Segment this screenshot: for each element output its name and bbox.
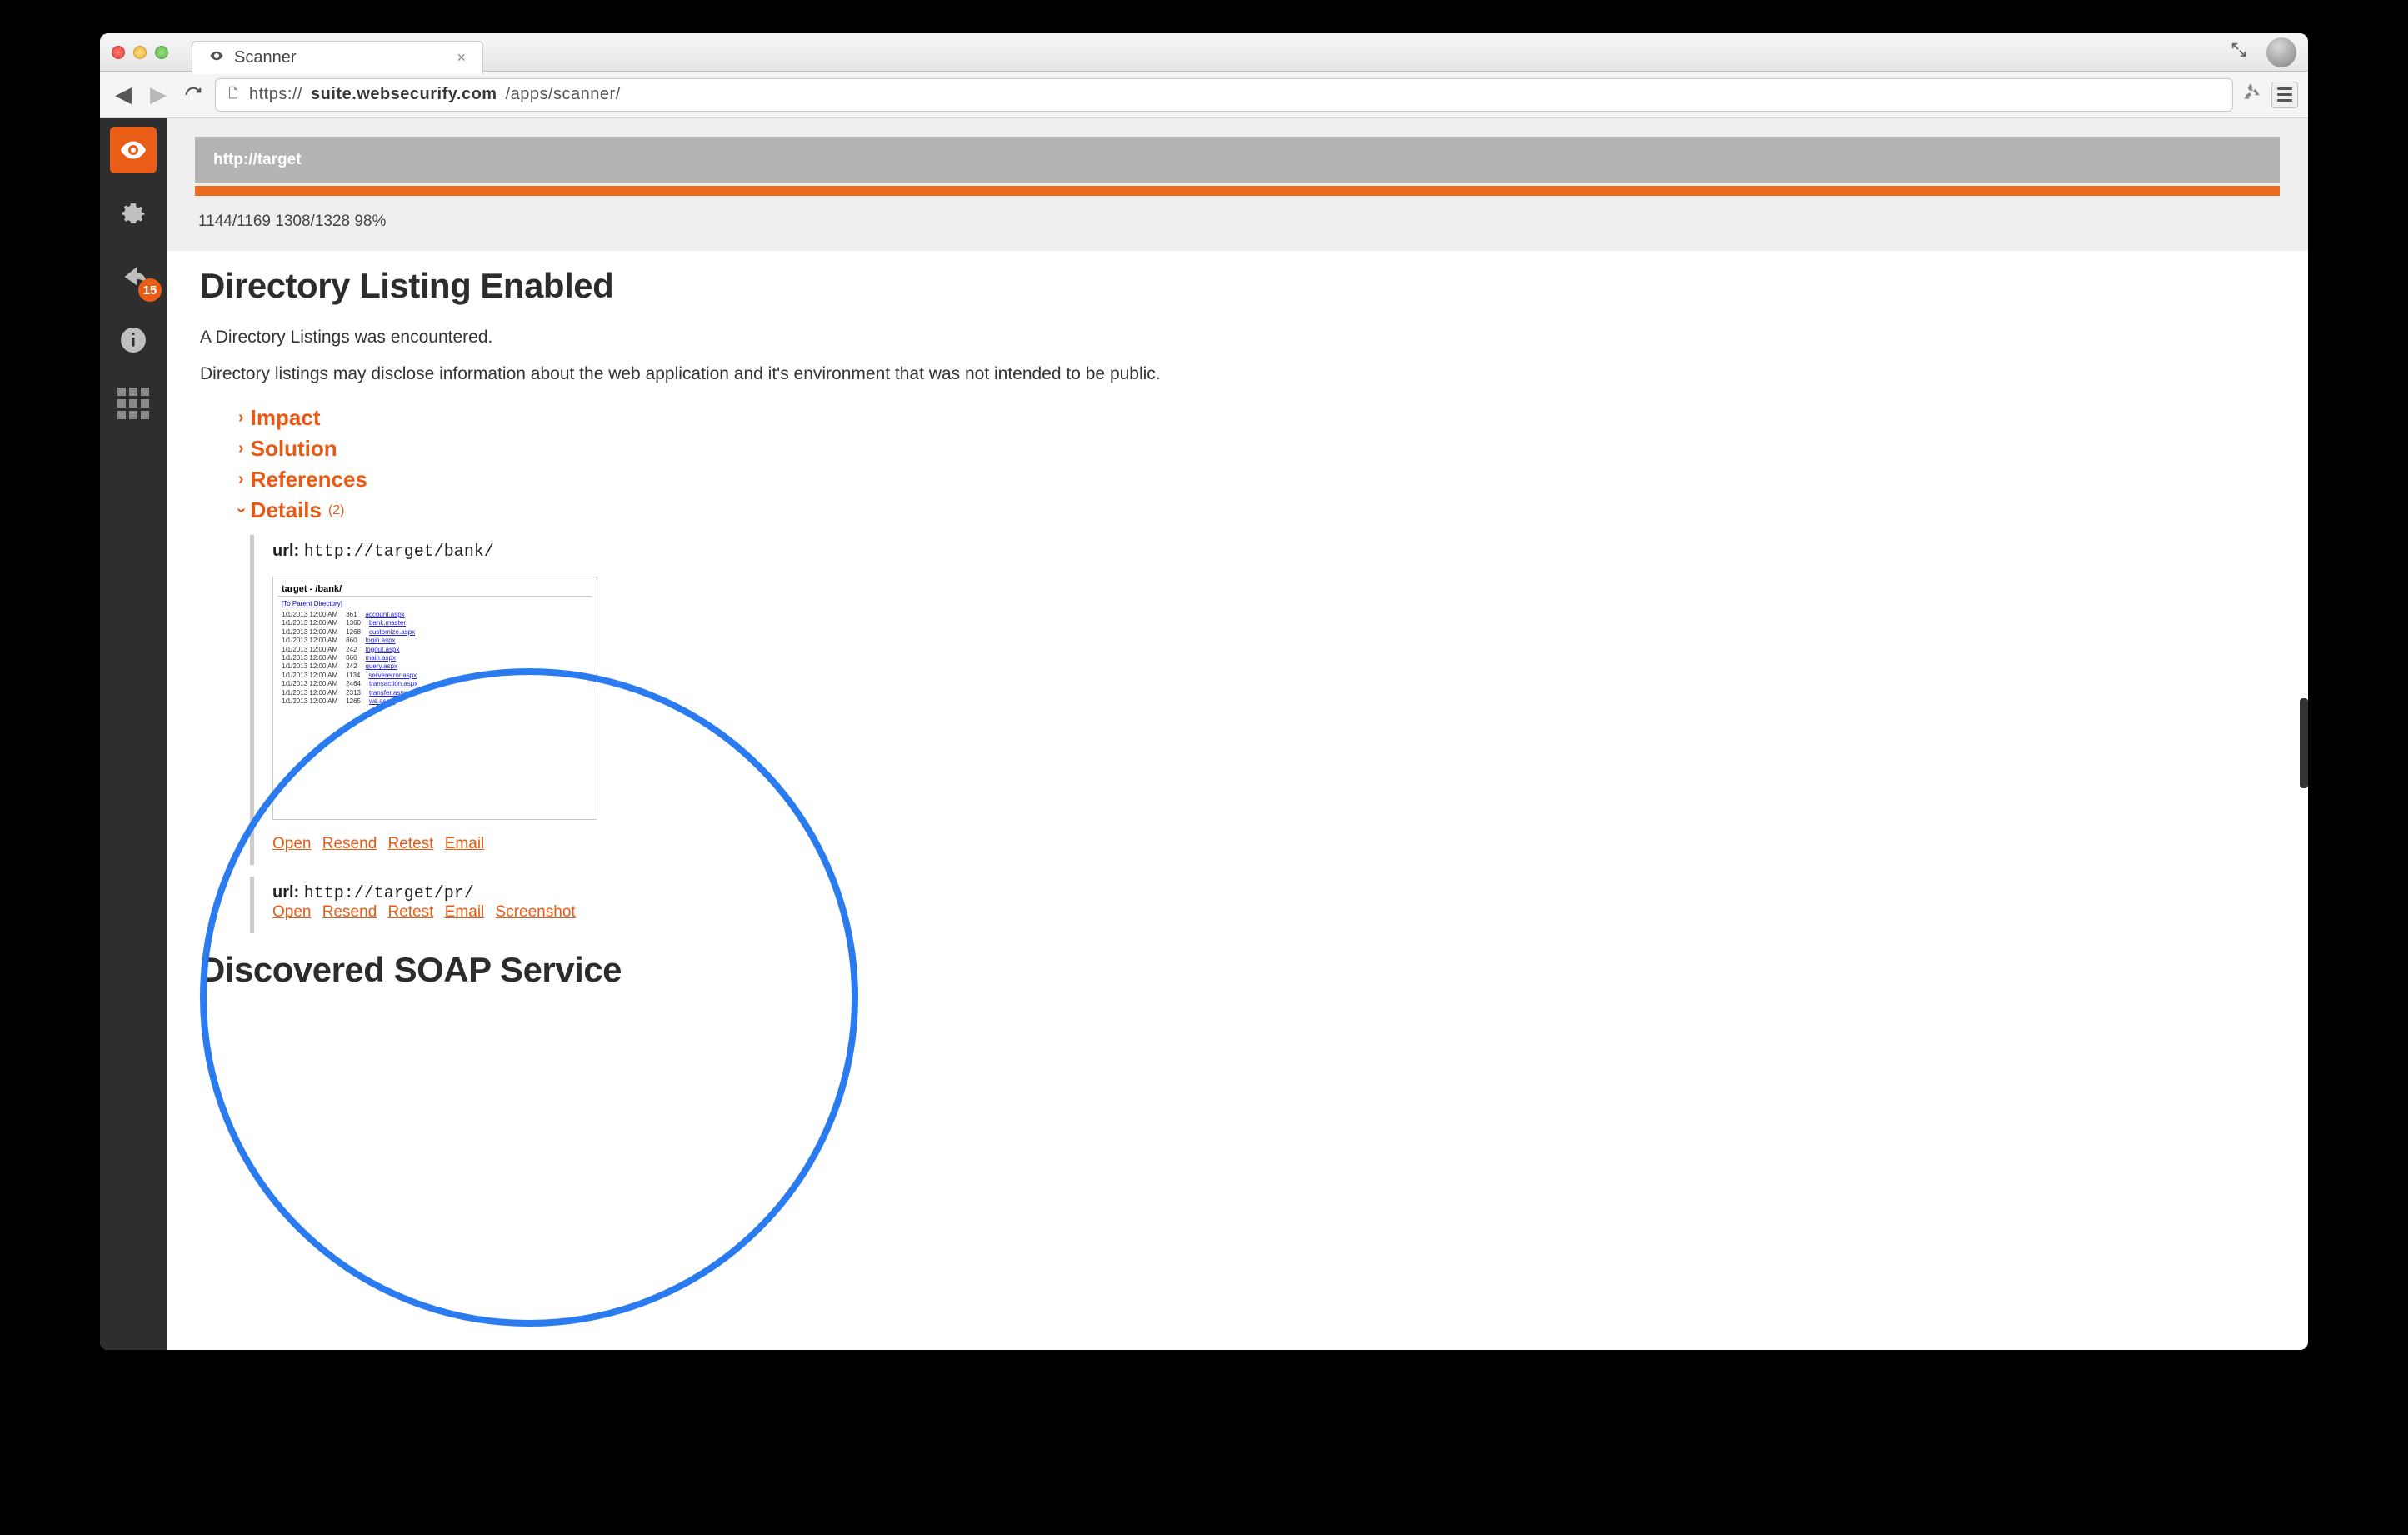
expander-solution[interactable]: › Solution — [238, 436, 2275, 462]
details-body: url: http://target/bank/ target - /bank/… — [250, 535, 2275, 933]
finding-section: Directory Listing Enabled A Directory Li… — [167, 251, 2308, 1023]
screenshot-link[interactable]: Screenshot — [496, 903, 576, 921]
expander-label: References — [251, 467, 367, 492]
detail-url-1: url: http://target/bank/ — [272, 542, 2275, 562]
window-titlebar: Scanner × — [100, 33, 2308, 72]
browser-window: Scanner × ◀ ▶ https:// suite.websecurify.… — [100, 33, 2308, 1350]
detail-block-1: url: http://target/bank/ target - /bank/… — [250, 535, 2275, 865]
app-content: http://target 1144/1169 1308/1328 98% Di… — [167, 118, 2308, 1350]
expander-details[interactable]: ›Details (2) — [238, 498, 2275, 523]
address-bar[interactable]: https:// suite.websecurify.com/apps/scann… — [215, 78, 2233, 112]
detail-actions-1: Open Resend Retest Email — [272, 835, 2275, 853]
close-tab-icon[interactable]: × — [457, 49, 466, 67]
browser-toolbar: ◀ ▶ https:// suite.websecurify.com/apps/s… — [100, 72, 2308, 118]
detail-label: url: — [272, 542, 299, 560]
expander-references[interactable]: › References — [238, 467, 2275, 492]
url-path: /apps/scanner/ — [506, 85, 621, 104]
expand-icon[interactable] — [2230, 41, 2248, 63]
thumb-rows: 1/1/2013 12:00 AM361account.aspx 1/1/201… — [278, 611, 592, 706]
resend-link[interactable]: Resend — [322, 903, 377, 921]
share-badge: 15 — [138, 278, 162, 302]
sidebar-item-share[interactable]: 15 — [110, 253, 157, 300]
detail-label: url: — [272, 883, 299, 902]
target-input[interactable]: http://target — [195, 137, 2280, 183]
finding-desc-1: A Directory Listings was encountered. — [200, 324, 2275, 351]
chevron-down-icon: › — [232, 508, 251, 513]
sidebar-item-settings[interactable] — [110, 190, 157, 237]
url-prefix: https:// — [249, 85, 302, 104]
close-window-button[interactable] — [112, 46, 125, 59]
browser-tab[interactable]: Scanner × — [192, 41, 483, 74]
profile-avatar[interactable] — [2266, 38, 2296, 68]
tab-title: Scanner — [234, 48, 297, 68]
sidebar-item-info[interactable] — [110, 317, 157, 363]
titlebar-right — [2230, 38, 2296, 68]
finding-title: Directory Listing Enabled — [200, 266, 2275, 306]
expander-label: Impact — [251, 405, 321, 431]
thumb-parent-link: [To Parent Directory] — [282, 600, 592, 608]
resend-link[interactable]: Resend — [322, 835, 377, 852]
recycle-icon[interactable] — [2241, 82, 2263, 108]
apps-grid-icon — [117, 388, 149, 419]
detail-actions-2: Open Resend Retest Email Screenshot — [272, 903, 2275, 922]
page-icon — [226, 83, 241, 107]
app-workspace: 15 http://target — [100, 118, 2308, 1350]
finding-desc-2: Directory listings may disclose informat… — [200, 361, 2275, 388]
detail-value: http://target/bank/ — [304, 542, 494, 562]
eye-icon — [209, 48, 224, 68]
detail-value: http://target/pr/ — [304, 884, 474, 903]
screenshot-thumbnail[interactable]: target - /bank/ [To Parent Directory] 1/… — [272, 577, 597, 820]
open-link[interactable]: Open — [272, 903, 311, 921]
retest-link[interactable]: Retest — [388, 903, 434, 921]
scan-stats: 1144/1169 1308/1328 98% — [195, 196, 2280, 251]
minimize-window-button[interactable] — [133, 46, 147, 59]
hamburger-menu-button[interactable] — [2271, 82, 2298, 108]
email-link[interactable]: Email — [445, 835, 485, 852]
scan-progress-bar — [195, 186, 2280, 196]
reload-button[interactable] — [180, 82, 207, 108]
url-host: suite.websecurify.com — [311, 85, 497, 104]
sidebar-item-apps[interactable] — [110, 380, 157, 427]
forward-button[interactable]: ▶ — [145, 82, 172, 108]
back-button[interactable]: ◀ — [110, 82, 137, 108]
finding-accordion: › Impact › Solution › References ›Details (… — [238, 405, 2275, 523]
window-controls — [112, 46, 182, 59]
expander-label: Solution — [251, 436, 337, 462]
target-header: http://target 1144/1169 1308/1328 98% — [167, 118, 2308, 251]
chevron-right-icon: › — [238, 408, 244, 428]
target-value: http://target — [213, 151, 302, 169]
chevron-right-icon: › — [238, 470, 244, 489]
email-link[interactable]: Email — [445, 903, 485, 921]
zoom-window-button[interactable] — [155, 46, 168, 59]
retest-link[interactable]: Retest — [388, 835, 434, 852]
detail-url-2: url: http://target/pr/ — [272, 883, 2275, 903]
open-link[interactable]: Open — [272, 835, 311, 852]
expander-impact[interactable]: › Impact — [238, 405, 2275, 431]
chevron-right-icon: › — [238, 439, 244, 458]
scrollbar-thumb[interactable] — [2300, 698, 2308, 788]
app-sidebar: 15 — [100, 118, 167, 1350]
finding-title-2: Discovered SOAP Service — [200, 950, 2275, 990]
sidebar-item-scanner[interactable] — [110, 127, 157, 173]
detail-block-2: url: http://target/pr/ Open Resend Retes… — [250, 877, 2275, 933]
details-count: (2) — [328, 503, 345, 518]
thumb-title: target - /bank/ — [278, 582, 592, 597]
expander-label: Details — [251, 498, 322, 523]
